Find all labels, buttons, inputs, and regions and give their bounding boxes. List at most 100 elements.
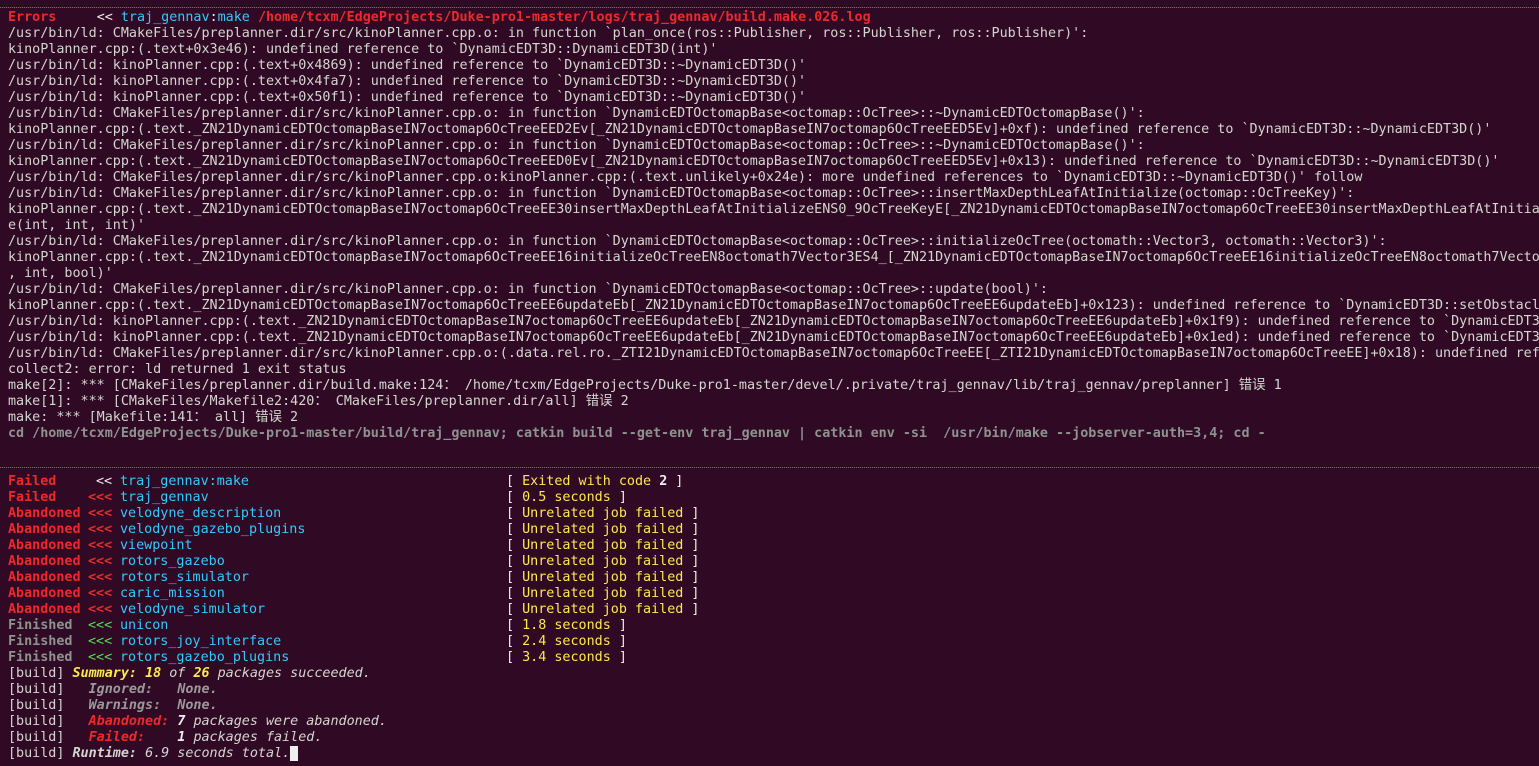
- log-line: /usr/bin/ld: kinoPlanner.cpp:(.text+0x4f…: [8, 74, 807, 89]
- log-line: kinoPlanner.cpp:(.text._ZN21DynamicEDTOc…: [8, 154, 1500, 169]
- log-line: /usr/bin/ld: CMakeFiles/preplanner.dir/s…: [8, 170, 1363, 185]
- job-arrows: <<<: [88, 490, 113, 505]
- log-line: /usr/bin/ld: CMakeFiles/preplanner.dir/s…: [8, 138, 1145, 153]
- job-result: [ Exited with code 2 ]: [506, 474, 684, 489]
- job-row: Abandoned <<< velodyne_simulator [ Unrelate…: [8, 602, 700, 618]
- terminal-window[interactable]: Errors << traj_gennav:make /home/tcxm/Ed…: [0, 0, 1539, 766]
- ignored-line: [build] Ignored: None.: [8, 682, 218, 697]
- job-row: Failed <<< traj_gennav [ 0.5 seconds ]: [8, 490, 627, 506]
- terminal-cursor: [290, 746, 299, 761]
- total-count: 26: [193, 666, 210, 681]
- job-status: Finished: [8, 618, 73, 633]
- log-line: kinoPlanner.cpp:(.text+0x3e46): undefine…: [8, 42, 718, 57]
- job-result: [ Unrelated job failed ]: [506, 586, 700, 601]
- job-status: Failed: [8, 474, 57, 489]
- log-line: kinoPlanner.cpp:(.text._ZN21DynamicEDTOc…: [8, 250, 1539, 265]
- warnings-line: [build] Warnings: None.: [8, 698, 218, 713]
- log-line: kinoPlanner.cpp:(.text._ZN21DynamicEDTOc…: [8, 122, 1492, 137]
- summary-separator-rule: [0, 467, 1539, 468]
- job-row: Abandoned <<< rotors_gazebo [ Unrelated job…: [8, 554, 700, 570]
- job-status: Abandoned: [8, 538, 81, 553]
- job-row: Abandoned <<< velodyne_description [ Unrela…: [8, 506, 700, 522]
- log-line: kinoPlanner.cpp:(.text._ZN21DynamicEDTOc…: [8, 298, 1539, 313]
- job-result: [ 3.4 seconds ]: [506, 650, 627, 665]
- error-arrows: <<: [96, 10, 113, 25]
- log-line: /usr/bin/ld: CMakeFiles/preplanner.dir/s…: [8, 234, 1387, 249]
- job-package: traj_gennav: [120, 474, 209, 489]
- error-package: traj_gennav: [120, 10, 210, 25]
- job-arrows: <<<: [88, 650, 113, 665]
- job-status: Abandoned: [8, 522, 81, 537]
- job-arrows: <<: [96, 474, 113, 489]
- job-stage: :make: [208, 474, 249, 489]
- job-result: [ Unrelated job failed ]: [506, 538, 700, 553]
- job-row: Finished <<< rotors_joy_interface [ 2.4 sec…: [8, 634, 627, 650]
- job-result: [ Unrelated job failed ]: [506, 522, 700, 537]
- summary-line: [build] Summary: 18 of 26 packages succe…: [8, 666, 371, 681]
- error-stage: make: [217, 10, 250, 25]
- job-row: Abandoned <<< rotors_simulator [ Unrelated …: [8, 570, 700, 586]
- log-line: collect2: error: ld returned 1 exit stat…: [8, 362, 347, 377]
- job-arrows: <<<: [88, 602, 113, 617]
- job-result: [ Unrelated job failed ]: [506, 506, 700, 521]
- error-sep: :: [209, 10, 218, 25]
- job-arrows: <<<: [88, 554, 113, 569]
- abandoned-count: 7: [177, 714, 186, 729]
- job-arrows: <<<: [88, 538, 113, 553]
- job-result: [ Unrelated job failed ]: [506, 570, 700, 585]
- log-line: /usr/bin/ld: CMakeFiles/preplanner.dir/s…: [8, 346, 1539, 361]
- job-status: Failed: [8, 490, 57, 505]
- job-package: rotors_simulator: [120, 570, 249, 585]
- job-arrows: <<<: [88, 618, 113, 633]
- job-row: Abandoned <<< velodyne_gazebo_plugins [ Unr…: [8, 522, 700, 538]
- job-status: Abandoned: [8, 602, 81, 617]
- summary-label: Summary:: [72, 666, 138, 681]
- log-line: /usr/bin/ld: CMakeFiles/preplanner.dir/s…: [8, 26, 1089, 41]
- error-log-path: /home/tcxm/EdgeProjects/Duke-pro1-master…: [257, 10, 871, 25]
- job-status: Finished: [8, 634, 73, 649]
- job-arrows: <<<: [88, 634, 113, 649]
- error-header: Errors << traj_gennav:make /home/tcxm/Ed…: [8, 10, 871, 26]
- runtime-line: [build] Runtime: 6.9 seconds total.: [8, 746, 299, 762]
- errors-label: Errors: [8, 10, 57, 25]
- job-arrows: <<<: [88, 570, 113, 585]
- cd-command: cd /home/tcxm/EdgeProjects/Duke-pro1-mas…: [8, 426, 1266, 441]
- job-row: Failed << traj_gennav:make [ Exited with co…: [8, 474, 683, 490]
- job-package: velodyne_simulator: [120, 602, 266, 617]
- job-package: caric_mission: [120, 586, 225, 601]
- error-separator-rule: [0, 7, 1539, 8]
- job-package: rotors_gazebo: [120, 554, 225, 569]
- job-result: [ 2.4 seconds ]: [506, 634, 627, 649]
- job-result: [ Unrelated job failed ]: [506, 602, 700, 617]
- job-arrows: <<<: [88, 506, 113, 521]
- job-status: Abandoned: [8, 586, 81, 601]
- job-row: Finished <<< unicon [ 1.8 seconds ]: [8, 618, 627, 634]
- job-row: Abandoned <<< caric_mission [ Unrelated job…: [8, 586, 700, 602]
- log-line: /usr/bin/ld: kinoPlanner.cpp:(.text._ZN2…: [8, 330, 1539, 345]
- log-line: make[1]: *** [CMakeFiles/Makefile2:420： …: [8, 394, 629, 409]
- log-line: make[2]: *** [CMakeFiles/preplanner.dir/…: [8, 378, 1282, 393]
- log-line: , int, bool)': [8, 266, 113, 281]
- job-package: unicon: [120, 618, 169, 633]
- log-line: make: *** [Makefile:141： all] 错误 2: [8, 410, 299, 425]
- failed-count: 1: [177, 730, 186, 745]
- log-line: /usr/bin/ld: kinoPlanner.cpp:(.text+0x48…: [8, 58, 807, 73]
- log-line: kinoPlanner.cpp:(.text._ZN21DynamicEDTOc…: [8, 202, 1539, 217]
- log-line: /usr/bin/ld: kinoPlanner.cpp:(.text+0x50…: [8, 90, 807, 105]
- job-package: velodyne_description: [120, 506, 282, 521]
- job-row: Abandoned <<< viewpoint [ Unrelated job fai…: [8, 538, 700, 554]
- log-line: /usr/bin/ld: CMakeFiles/preplanner.dir/s…: [8, 282, 1048, 297]
- log-line: /usr/bin/ld: CMakeFiles/preplanner.dir/s…: [8, 106, 1145, 121]
- job-row: Finished <<< rotors_gazebo_plugins [ 3.4 se…: [8, 650, 627, 666]
- job-status: Finished: [8, 650, 73, 665]
- job-result: [ Unrelated job failed ]: [506, 554, 700, 569]
- job-package: rotors_joy_interface: [120, 634, 282, 649]
- job-result: [ 0.5 seconds ]: [506, 490, 627, 505]
- job-arrows: <<<: [88, 522, 113, 537]
- succeeded-count: 18: [145, 666, 162, 681]
- log-line: /usr/bin/ld: kinoPlanner.cpp:(.text._ZN2…: [8, 314, 1539, 329]
- job-status: Abandoned: [8, 554, 81, 569]
- log-line: e(int, int, int)': [8, 218, 146, 233]
- job-status: Abandoned: [8, 506, 81, 521]
- log-line: /usr/bin/ld: CMakeFiles/preplanner.dir/s…: [8, 186, 1355, 201]
